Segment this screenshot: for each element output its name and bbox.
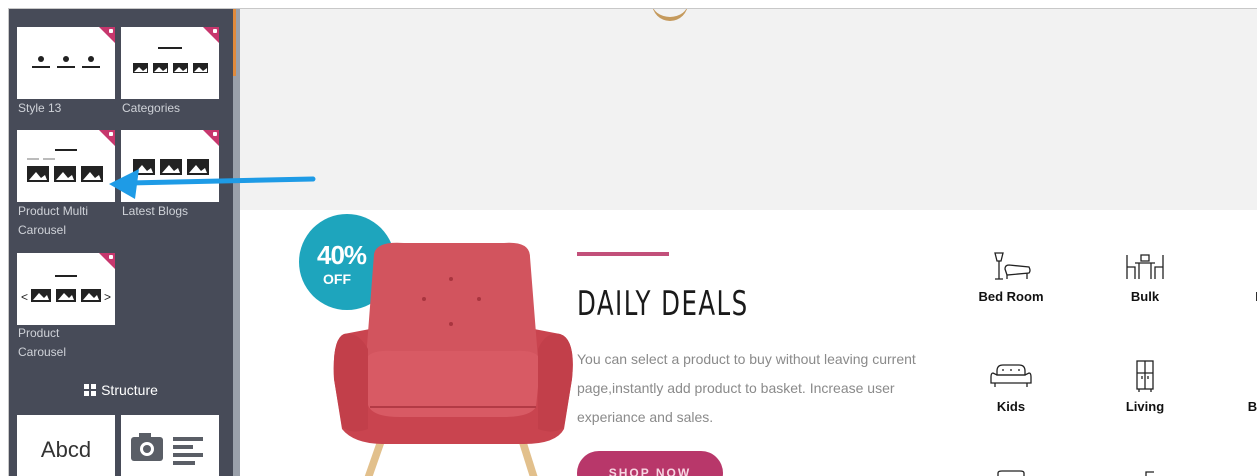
category-label: Living <box>1125 399 1165 414</box>
category-d[interactable]: D <box>1215 249 1257 304</box>
category-label: Bed Room <box>978 289 1044 304</box>
chair-icon <box>1238 249 1257 283</box>
image-row-preview-icon <box>133 47 208 73</box>
category-bed[interactable]: Bed <box>1215 359 1257 414</box>
widget-sidebar: Style 13 Categories Product Multi Carous… <box>9 9 233 476</box>
text-preview-label: Abcd <box>40 437 92 462</box>
editor-frame: Style 13 Categories Product Multi Carous… <box>8 8 1257 476</box>
carousel-preview-icon: < > <box>21 275 111 304</box>
category-label: Bed <box>1247 399 1257 414</box>
structure-section-title: Structure <box>9 381 233 399</box>
sofa-icon <box>990 364 1032 387</box>
annotation-arrow <box>109 169 316 199</box>
page-canvas: 40% OFF DAILY DEALS You can select a pro… <box>240 9 1257 476</box>
widget-tile-label: Categories <box>122 101 181 115</box>
svg-text:>: > <box>104 290 111 304</box>
widget-tile-categories[interactable] <box>121 27 219 99</box>
widget-tile-product-carousel[interactable]: < > <box>17 253 115 325</box>
widget-tile-text[interactable]: Abcd <box>17 415 115 476</box>
shop-now-button[interactable]: SHOP NOW <box>577 451 723 476</box>
grid-icon <box>84 384 97 396</box>
widget-tile-label: Style 13 <box>18 101 62 115</box>
category-label: D <box>1215 289 1257 304</box>
widget-tile-label: Product Carousel <box>18 326 67 359</box>
deal-title: DAILY DEALS <box>577 284 749 324</box>
category-label: Kids <box>996 399 1026 414</box>
empty-section[interactable] <box>240 9 1257 210</box>
widget-tile-label: Product Multi Carousel <box>18 204 89 237</box>
bed-icon <box>1238 359 1257 393</box>
armchair-image <box>333 242 573 476</box>
lamp-sofa-icon <box>994 252 1031 280</box>
category-living[interactable]: Living <box>1100 359 1190 414</box>
widget-tile-image-text[interactable] <box>121 415 219 476</box>
cabinet-icon <box>1136 360 1154 392</box>
category-label: Bulk <box>1130 289 1160 304</box>
structure-label: Structure <box>101 382 158 398</box>
dining-set-icon <box>1126 254 1164 279</box>
partial-element <box>652 9 688 21</box>
widget-tile-product-multi-carousel[interactable] <box>17 130 115 202</box>
deal-description: You can select a product to buy without … <box>577 351 916 425</box>
title-accent-line <box>577 252 669 256</box>
category-kids[interactable]: Kids <box>966 359 1056 414</box>
scrollbar-thumb[interactable] <box>233 9 236 76</box>
sidebar-scrollbar[interactable] <box>233 9 240 476</box>
multi-carousel-preview-icon <box>27 149 103 182</box>
widget-tile-style-13[interactable] <box>17 27 115 99</box>
camera-text-icon <box>131 433 203 465</box>
svg-text:<: < <box>21 290 28 304</box>
category-bulk[interactable]: Bulk <box>1100 249 1190 304</box>
dots-preview-icon <box>32 56 100 68</box>
category-bed-room[interactable]: Bed Room <box>966 249 1056 304</box>
